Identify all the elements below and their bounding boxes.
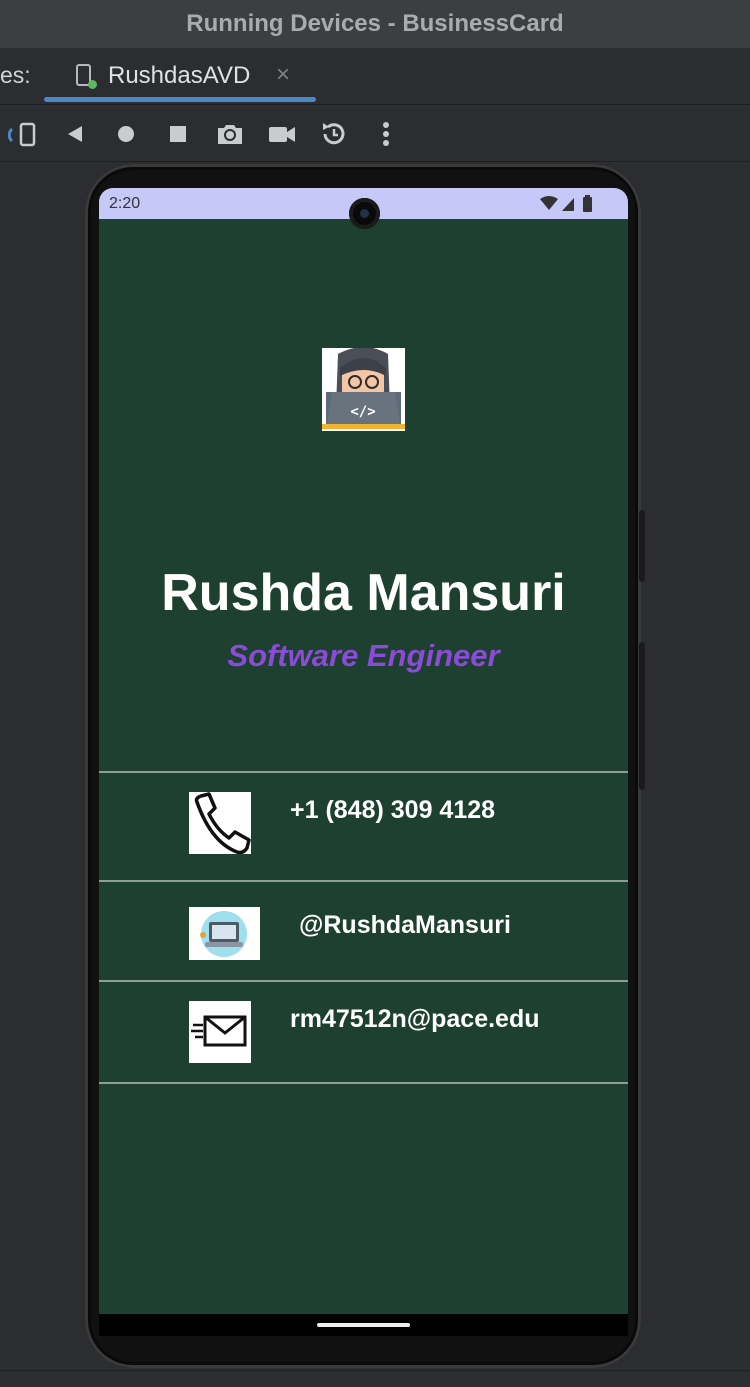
divider bbox=[99, 880, 628, 882]
divider bbox=[99, 980, 628, 982]
person-name: Rushda Mansuri bbox=[161, 564, 566, 622]
email-icon bbox=[189, 1001, 251, 1063]
window-title: Running Devices - BusinessCard bbox=[0, 0, 750, 48]
bottom-status-strip bbox=[0, 1370, 750, 1387]
close-icon[interactable]: × bbox=[276, 61, 290, 89]
emulator-toolbar bbox=[0, 105, 750, 162]
volume-button[interactable] bbox=[639, 510, 645, 582]
developer-avatar-icon: </> bbox=[322, 348, 405, 431]
signal-icon bbox=[562, 198, 574, 211]
status-icons bbox=[540, 195, 592, 212]
camera-icon[interactable] bbox=[215, 119, 245, 149]
phone-screen: 2:20 </> Rushda Mansuri Software Enginee… bbox=[99, 188, 628, 1334]
laptop-icon bbox=[189, 907, 260, 960]
divider bbox=[99, 1082, 628, 1084]
tab-label: RushdasAVD bbox=[108, 62, 251, 89]
device-icon bbox=[76, 64, 97, 89]
battery-icon bbox=[583, 197, 592, 212]
rotate-icon[interactable] bbox=[8, 119, 38, 149]
home-gesture-handle[interactable] bbox=[317, 1323, 410, 1327]
divider bbox=[99, 771, 628, 773]
tab-bar-prefix: es: bbox=[0, 62, 31, 88]
reset-icon[interactable] bbox=[319, 119, 349, 149]
gesture-nav-bar bbox=[99, 1314, 628, 1336]
power-button[interactable] bbox=[639, 642, 645, 790]
screenrecord-icon[interactable] bbox=[267, 119, 297, 149]
tab-rushdasavd[interactable]: RushdasAVD × bbox=[44, 48, 316, 104]
home-icon[interactable] bbox=[111, 119, 141, 149]
active-tab-indicator bbox=[44, 97, 316, 102]
overview-icon[interactable] bbox=[163, 119, 193, 149]
phone-number[interactable]: +1 (848) 309 4128 bbox=[290, 796, 495, 825]
social-handle[interactable]: @RushdaMansuri bbox=[299, 911, 511, 940]
back-icon[interactable] bbox=[60, 119, 90, 149]
svg-text:</>: </> bbox=[350, 404, 375, 420]
more-icon[interactable] bbox=[371, 119, 401, 149]
phone-icon bbox=[189, 792, 251, 854]
status-time: 2:20 bbox=[109, 195, 141, 212]
email-address[interactable]: rm47512n@pace.edu bbox=[290, 1005, 540, 1034]
front-camera bbox=[349, 198, 380, 229]
tab-bar: es: RushdasAVD × bbox=[0, 48, 750, 105]
wifi-icon bbox=[540, 196, 558, 210]
job-title: Software Engineer bbox=[227, 638, 500, 673]
